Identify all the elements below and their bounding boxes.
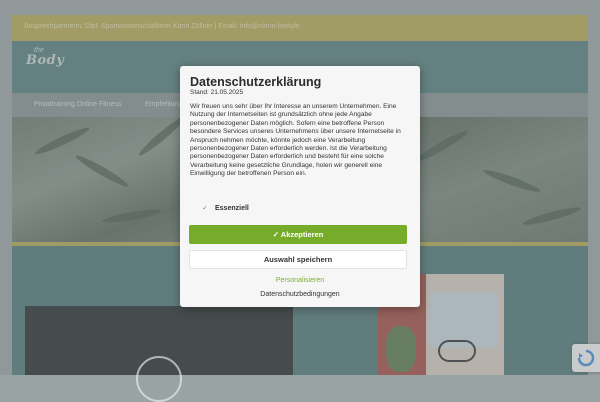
consent-essential-label: Essenziell bbox=[215, 205, 249, 212]
save-selection-button[interactable]: Auswahl speichern bbox=[189, 250, 407, 269]
cookie-consent-dialog: Datenschutzerklärung Stand: 21.05.2025 W… bbox=[180, 66, 420, 307]
dialog-body-text: Wir freuen uns sehr über Ihr Interesse a… bbox=[190, 103, 401, 178]
personalize-link[interactable]: Personalisieren bbox=[180, 277, 420, 284]
dialog-date: Stand: 21.05.2025 bbox=[190, 89, 244, 96]
dialog-title: Datenschutzerklärung bbox=[190, 75, 322, 89]
accept-button[interactable]: ✓ Akzeptieren bbox=[189, 225, 407, 244]
privacy-policy-link[interactable]: Datenschutzbedingungen bbox=[180, 291, 420, 298]
accept-label: Akzeptieren bbox=[280, 230, 324, 239]
checkmark-icon[interactable]: ✓ bbox=[202, 204, 208, 212]
check-icon: ✓ bbox=[272, 230, 281, 239]
